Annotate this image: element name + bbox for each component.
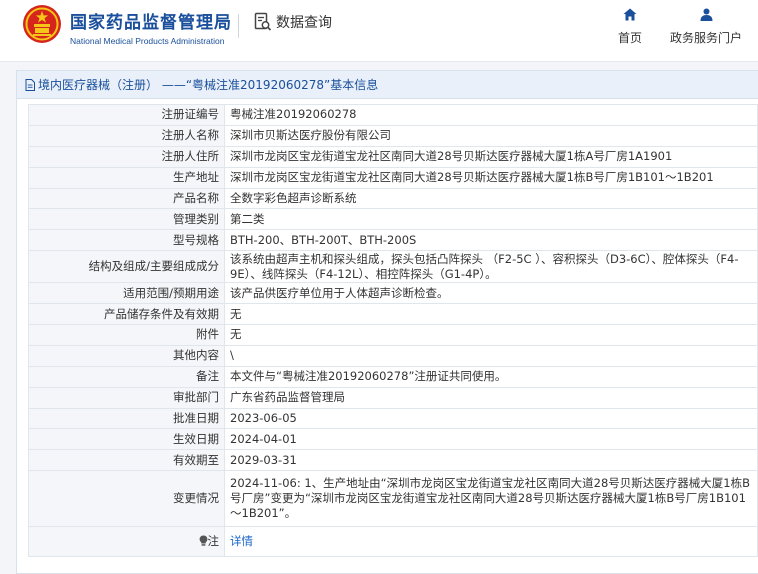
document-icon xyxy=(25,78,35,91)
table-row: 批准日期 2023-06-05 xyxy=(28,407,758,430)
brand-name-cn: 国家药品监督管理局 xyxy=(70,13,232,33)
field-value: 深圳市龙岗区宝龙街道宝龙社区南同大道28号贝斯达医疗器械大厦1栋A号厂房1A19… xyxy=(224,145,758,168)
table-row: 产品储存条件及有效期无 xyxy=(28,303,758,326)
table-row: 变更情况 2024-11-06: 1、生产地址由“深圳市龙岗区宝龙街道宝龙社区南同… xyxy=(28,470,758,528)
field-label: 备注 xyxy=(28,365,225,388)
field-label: 变更情况 xyxy=(28,470,225,528)
field-label: 注册人名称 xyxy=(28,124,225,147)
table-row: 型号规格 BTH-200、BTH-200T、BTH-200S xyxy=(28,229,758,252)
field-value: 深圳市龙岗区宝龙街道宝龙社区南同大道28号贝斯达医疗器械大厦1栋B号厂房1B10… xyxy=(224,166,758,189)
note-label-cell: 注 xyxy=(28,526,225,558)
table-row: 适用范围/预期用途 该产品供医疗单位用于人体超声诊断检查。 xyxy=(28,282,758,305)
panel-header: 境内医疗器械（注册） ——“粤械注准20192060278”基本信息 xyxy=(17,71,758,99)
field-label: 注册证编号 xyxy=(28,104,225,126)
table-row: 管理类别 第二类 xyxy=(28,208,758,231)
note-value-cell: 详情 xyxy=(224,526,758,558)
table-row: 注册证编号 粤械注准20192060278 xyxy=(28,104,758,126)
field-label: 结构及组成/主要组成成分 xyxy=(28,250,225,284)
field-value: 粤械注准20192060278 xyxy=(224,104,758,126)
registration-info-table: 注册证编号 粤械注准20192060278 注册人名称 深圳市贝斯达医疗股份有限公司… xyxy=(28,104,758,558)
field-label: 生效日期 xyxy=(28,428,225,451)
user-icon xyxy=(700,8,712,21)
table-row: 备注 本文件与“粤械注准20192060278”注册证共同使用。 xyxy=(28,365,758,388)
field-label: 适用范围/预期用途 xyxy=(28,282,225,305)
field-value: 2024-11-06: 1、生产地址由“深圳市龙岗区宝龙街道宝龙社区南同大道28… xyxy=(224,470,758,528)
field-value: \ xyxy=(224,344,758,367)
table-row: 审批部门 广东省药品监督管理局 xyxy=(28,386,758,409)
table-row: 生产地址 深圳市龙岗区宝龙街道宝龙社区南同大道28号贝斯达医疗器械大厦1栋B号厂房… xyxy=(28,166,758,189)
field-label: 批准日期 xyxy=(28,407,225,430)
field-value: 本文件与“粤械注准20192060278”注册证共同使用。 xyxy=(224,365,758,388)
site-brand[interactable]: 国家药品监督管理局 National Medical Products Admi… xyxy=(70,8,232,46)
field-value: 无 xyxy=(224,303,758,326)
nav-home[interactable]: 首页 xyxy=(612,8,648,46)
field-value: 全数字彩色超声诊断系统 xyxy=(224,187,758,210)
table-row: 结构及组成/主要组成成分 该系统由超声主机和探头组成，探头包括凸阵探头 （F2-5… xyxy=(28,250,758,284)
field-value: 无 xyxy=(224,324,758,346)
table-row: 附件无 xyxy=(28,324,758,346)
note-label: 注 xyxy=(207,534,220,549)
field-label: 型号规格 xyxy=(28,229,225,252)
brand-name-en: National Medical Products Administration xyxy=(70,36,225,46)
details-link[interactable]: 详情 xyxy=(230,534,253,548)
nav-gov-portal[interactable]: 政务服务门户 xyxy=(664,8,748,46)
nav-home-label: 首页 xyxy=(617,31,642,45)
table-row: 注册人住所 深圳市龙岗区宝龙街道宝龙社区南同大道28号贝斯达医疗器械大厦1栋A号厂… xyxy=(28,145,758,168)
table-row: 生效日期 2024-04-01 xyxy=(28,428,758,451)
field-label: 附件 xyxy=(28,324,225,346)
field-value: 广东省药品监督管理局 xyxy=(224,386,758,409)
field-value: 该产品供医疗单位用于人体超声诊断检查。 xyxy=(224,282,758,305)
field-value: BTH-200、BTH-200T、BTH-200S xyxy=(224,229,758,252)
field-value: 2024-04-01 xyxy=(224,428,758,451)
field-label: 审批部门 xyxy=(28,386,225,409)
header-divider xyxy=(238,14,239,38)
table-row: 有效期至 2029-03-31 xyxy=(28,449,758,472)
table-row: 其他内容 \ xyxy=(28,344,758,367)
nav-gov-label: 政务服务门户 xyxy=(669,31,742,45)
field-value: 该系统由超声主机和探头组成，探头包括凸阵探头 （F2-5C ）、容积探头（D3-… xyxy=(224,250,758,284)
field-label: 产品名称 xyxy=(28,187,225,210)
note-row: 注 详情 xyxy=(28,526,758,558)
lightbulb-icon xyxy=(199,535,207,546)
field-value: 第二类 xyxy=(224,208,758,231)
field-label: 管理类别 xyxy=(28,208,225,231)
panel-title: 境内医疗器械（注册） ——“粤械注准20192060278”基本信息 xyxy=(38,78,379,92)
site-header: 国家药品监督管理局 National Medical Products Admi… xyxy=(0,0,758,62)
data-query-label: 数据查询 xyxy=(276,15,332,31)
field-label: 注册人住所 xyxy=(28,145,225,168)
home-icon xyxy=(623,8,637,21)
field-label: 其他内容 xyxy=(28,344,225,367)
table-row: 产品名称 全数字彩色超声诊断系统 xyxy=(28,187,758,210)
field-value: 2023-06-05 xyxy=(224,407,758,430)
table-row: 注册人名称 深圳市贝斯达医疗股份有限公司 xyxy=(28,124,758,147)
field-value: 深圳市贝斯达医疗股份有限公司 xyxy=(224,124,758,147)
national-emblem-icon xyxy=(23,5,61,43)
field-label: 生产地址 xyxy=(28,166,225,189)
document-search-icon xyxy=(254,12,272,31)
data-query-link[interactable]: 数据查询 xyxy=(254,12,332,32)
field-value: 2029-03-31 xyxy=(224,449,758,472)
field-label: 有效期至 xyxy=(28,449,225,472)
field-label: 产品储存条件及有效期 xyxy=(28,303,225,326)
